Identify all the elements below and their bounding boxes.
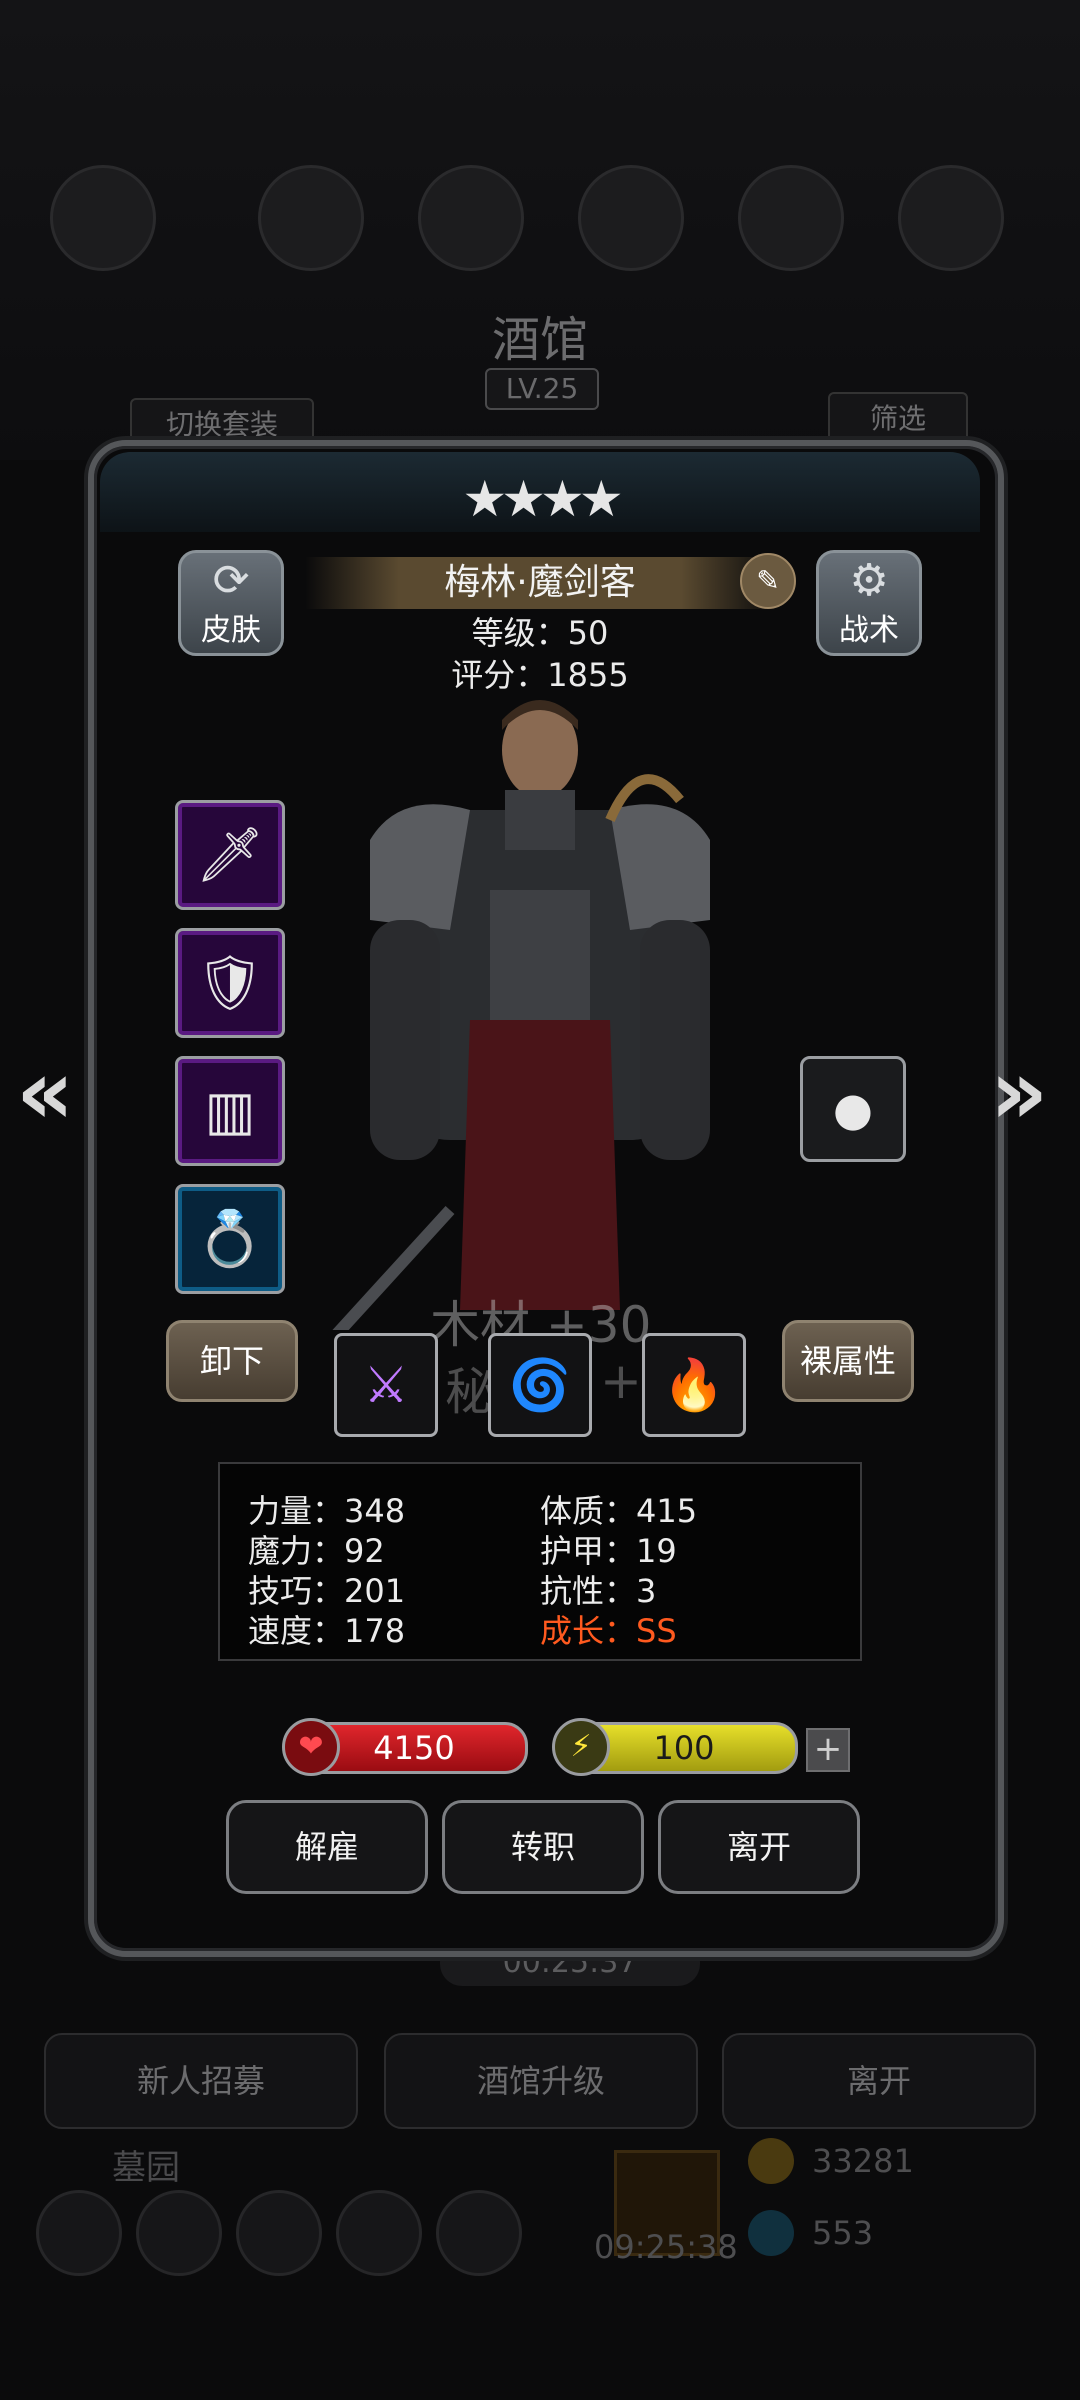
rename-button[interactable]: ✎ xyxy=(740,553,796,609)
unequip-button[interactable]: 卸下 xyxy=(166,1320,298,1402)
gold-ring-icon: 💍 xyxy=(196,1207,264,1270)
stat-growth: 成长：SS xyxy=(540,1612,677,1650)
weapon-slot[interactable]: 🗡 xyxy=(175,800,285,910)
tab-icon xyxy=(418,165,524,271)
slash-skill-icon: ⚔ xyxy=(363,1356,409,1414)
recruit-button[interactable]: 新人招募 xyxy=(44,2033,358,2129)
nav-icon[interactable] xyxy=(236,2190,322,2276)
gem-amount: 553 xyxy=(812,2214,874,2252)
sword-icon: 🗡 xyxy=(195,823,265,886)
gem-slot[interactable]: ● xyxy=(800,1056,906,1162)
dismiss-button[interactable]: 解雇 xyxy=(226,1800,428,1894)
skill-slot-3[interactable]: 🔥 xyxy=(642,1333,746,1437)
filter-button[interactable]: 筛选 xyxy=(828,392,968,446)
pencil-icon: ✎ xyxy=(756,564,780,597)
tavern-title: 酒馆 xyxy=(491,312,588,368)
hero-name: 梅林·魔剑客 xyxy=(444,562,636,603)
gold-amount: 33281 xyxy=(812,2142,914,2180)
wind-skill-icon: 🌀 xyxy=(508,1356,572,1414)
tab-icon xyxy=(258,165,364,271)
leave-tavern-button[interactable]: 离开 xyxy=(722,2033,1036,2129)
armor-slot[interactable]: 🛡 xyxy=(175,928,285,1038)
add-energy-button[interactable]: + xyxy=(806,1728,850,1772)
armor-swap-icon: ⟳ xyxy=(212,555,250,606)
chestplate-icon: 🛡 xyxy=(195,951,265,1014)
tavern-level: LV.25 xyxy=(485,368,599,410)
skin-button[interactable]: ⟳ 皮肤 xyxy=(178,550,284,656)
ring-slot[interactable]: 💍 xyxy=(175,1184,285,1294)
tab-icon xyxy=(738,165,844,271)
tactics-button[interactable]: ⚙ 战术 xyxy=(816,550,922,656)
gem-currency-icon xyxy=(748,2210,794,2256)
wood-planks-icon: ▥ xyxy=(204,1079,256,1142)
fire-skill-icon: 🔥 xyxy=(662,1356,726,1414)
gift-timer: 09:25:38 xyxy=(594,2228,738,2266)
nav-icon[interactable] xyxy=(436,2190,522,2276)
skill-slot-1[interactable]: ⚔ xyxy=(334,1333,438,1437)
stone-icon: ● xyxy=(832,1082,874,1136)
tab-icon xyxy=(898,165,1004,271)
hero-tab-icon xyxy=(50,165,156,271)
lightning-icon: ⚡ xyxy=(552,1718,610,1776)
skin-label: 皮肤 xyxy=(201,613,261,648)
nav-icon[interactable] xyxy=(336,2190,422,2276)
tactics-label: 战术 xyxy=(839,613,899,648)
coin-icon xyxy=(748,2138,794,2184)
prev-hero-arrow[interactable]: « xyxy=(16,1040,74,1145)
hero-portrait xyxy=(332,700,710,1330)
tavern-upgrade-button[interactable]: 酒馆升级 xyxy=(384,2033,698,2129)
legs-slot[interactable]: ▥ xyxy=(175,1056,285,1166)
base-attributes-button[interactable]: 裸属性 xyxy=(782,1320,914,1402)
graveyard-label: 墓园 xyxy=(112,2148,180,2188)
skill-slot-2[interactable]: 🌀 xyxy=(488,1333,592,1437)
stat-speed: 速度：178 xyxy=(248,1612,406,1650)
transfer-class-button[interactable]: 转职 xyxy=(442,1800,644,1894)
nav-icon[interactable] xyxy=(136,2190,222,2276)
leave-button[interactable]: 离开 xyxy=(658,1800,860,1894)
heart-icon: ❤ xyxy=(282,1718,340,1776)
next-hero-arrow[interactable]: » xyxy=(990,1040,1048,1145)
nav-icon[interactable] xyxy=(36,2190,122,2276)
hero-level: 等级：50 xyxy=(471,614,609,652)
tab-icon xyxy=(578,165,684,271)
star-rating: ★★★★ xyxy=(462,470,623,528)
gear-icon: ⚙ xyxy=(849,555,889,606)
